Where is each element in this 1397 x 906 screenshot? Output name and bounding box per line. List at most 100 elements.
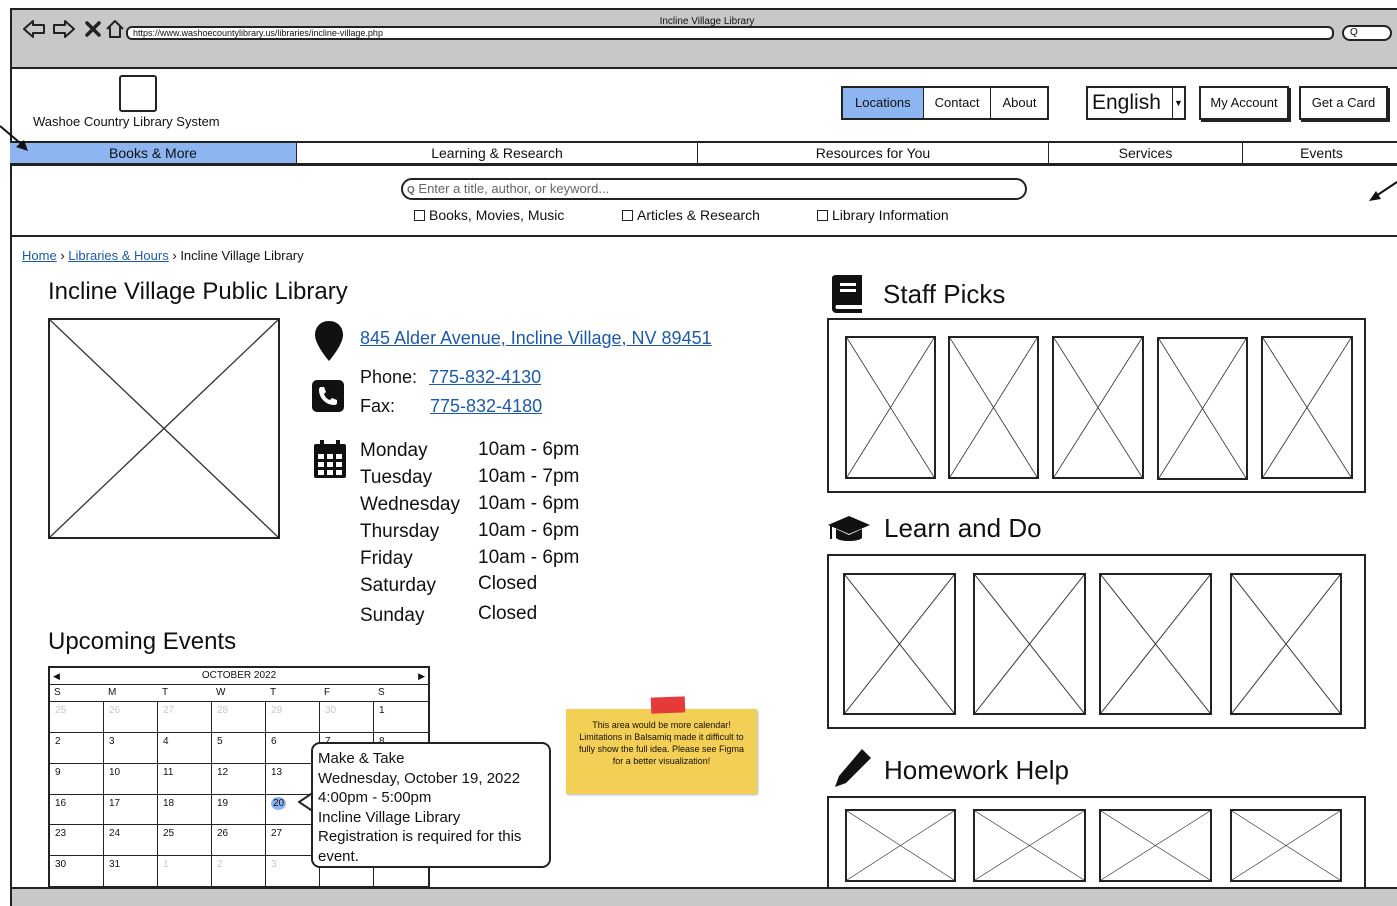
calendar-day[interactable]: 4 — [158, 732, 212, 764]
calendar-day-number: 17 — [109, 797, 121, 809]
calendar-day-number: 6 — [271, 735, 277, 747]
checkbox-box[interactable] — [414, 209, 425, 221]
learn-and-do-item[interactable] — [843, 573, 956, 715]
learn-and-do-item[interactable] — [1099, 573, 1212, 715]
language-select[interactable]: English ▼ — [1086, 86, 1186, 120]
calendar-day[interactable]: 3 — [104, 732, 158, 764]
main-nav-resources[interactable]: Resources for You — [697, 143, 1048, 163]
homework-help-item[interactable] — [973, 809, 1086, 882]
calendar-day[interactable]: 25 — [50, 702, 104, 733]
breadcrumb-libraries-link[interactable]: Libraries & Hours — [68, 248, 168, 263]
calendar-day[interactable]: 31 — [104, 856, 158, 887]
staff-pick-item[interactable] — [1052, 336, 1144, 479]
hours-time-saturday: Closed — [478, 573, 538, 594]
calendar-day-number: 27 — [163, 705, 175, 716]
forward-icon[interactable] — [52, 18, 76, 45]
pencil-icon — [835, 749, 871, 787]
calendar-prev-icon[interactable]: ◀ — [53, 668, 60, 684]
calendar-day-number: 16 — [55, 797, 67, 809]
get-card-button[interactable]: Get a Card — [1299, 86, 1388, 120]
home-icon[interactable] — [104, 18, 126, 45]
learn-and-do-item[interactable] — [1230, 573, 1342, 715]
calendar-day[interactable]: 26 — [104, 702, 158, 733]
checkbox-box[interactable] — [817, 209, 828, 221]
calendar-day[interactable]: 30 — [50, 856, 104, 887]
calendar-day[interactable]: 2 — [50, 732, 104, 764]
homework-help-item[interactable] — [845, 809, 956, 882]
address-link[interactable]: 845 Alder Avenue, Incline Village, NV 89… — [360, 328, 712, 349]
calendar-day[interactable]: 16 — [50, 794, 104, 826]
filter-articles-label: Articles & Research — [637, 207, 760, 223]
calendar-day[interactable]: 27 — [158, 702, 212, 733]
calendar-day-number: 27 — [271, 828, 283, 840]
calendar-day-number: 26 — [109, 705, 121, 716]
homework-help-item[interactable] — [1099, 809, 1212, 882]
calendar-day-number: 25 — [55, 705, 67, 716]
filter-articles-checkbox[interactable]: Articles & Research — [622, 207, 760, 223]
checkbox-box[interactable] — [622, 209, 633, 221]
top-nav-about[interactable]: About — [990, 88, 1048, 118]
hours-time-wednesday: 10am - 6pm — [478, 493, 580, 514]
breadcrumb-separator: › — [172, 248, 177, 263]
event-tooltip[interactable]: Make & Take Wednesday, October 19, 2022 … — [311, 742, 551, 868]
calendar-day[interactable]: 17 — [104, 794, 158, 826]
calendar-day-number: 3 — [109, 735, 115, 747]
staff-pick-item[interactable] — [1157, 337, 1248, 480]
top-nav: Locations Contact About — [841, 86, 1050, 120]
top-nav-locations[interactable]: Locations — [843, 88, 923, 118]
calendar-day[interactable]: 10 — [104, 763, 158, 795]
close-icon[interactable] — [84, 18, 102, 45]
calendar-day-number: 2 — [55, 735, 61, 747]
staff-pick-item[interactable] — [948, 336, 1039, 479]
phone-link[interactable]: 775-832-4130 — [429, 367, 541, 388]
calendar-day[interactable]: 1 — [158, 856, 212, 887]
calendar-day[interactable]: 23 — [50, 825, 104, 857]
hours-day-friday: Friday — [360, 548, 413, 569]
fax-label: Fax: — [360, 396, 396, 416]
top-nav-contact[interactable]: Contact — [922, 88, 991, 118]
site-name[interactable]: Washoe Country Library System — [33, 114, 220, 129]
calendar-day[interactable]: 24 — [104, 825, 158, 857]
page-title: Incline Village Public Library — [48, 278, 348, 305]
main-nav-books[interactable]: Books & More — [10, 143, 296, 163]
homework-help-item[interactable] — [1230, 809, 1342, 882]
staff-pick-item[interactable] — [1261, 336, 1353, 479]
calendar-day[interactable]: 9 — [50, 763, 104, 795]
calendar-day[interactable]: 19 — [212, 794, 266, 826]
hours-day-thursday: Thursday — [360, 521, 440, 542]
calendar-day[interactable]: 28 — [212, 702, 266, 733]
calendar-day[interactable]: 1 — [374, 702, 428, 733]
calendar-next-icon[interactable]: ▶ — [418, 668, 425, 684]
calendar-day[interactable]: 25 — [158, 825, 212, 857]
calendar-day[interactable]: 2 — [212, 856, 266, 887]
filter-library-info-checkbox[interactable]: Library Information — [817, 207, 949, 223]
search-icon: Q — [407, 185, 415, 196]
staff-pick-item[interactable] — [845, 336, 936, 479]
hours-day-tuesday: Tuesday — [360, 467, 433, 488]
main-nav-events[interactable]: Events — [1242, 143, 1397, 163]
calendar-day-number: 5 — [217, 735, 223, 747]
browser-search-field[interactable]: Q — [1342, 25, 1392, 41]
calendar-day[interactable]: 11 — [158, 763, 212, 795]
url-bar[interactable]: https://www.washoecountylibrary.us/libra… — [126, 26, 1334, 40]
calendar-day[interactable]: 18 — [158, 794, 212, 826]
calendar-day-number: 2 — [217, 859, 223, 871]
calendar-day[interactable]: 30 — [320, 702, 374, 733]
fax-link[interactable]: 775-832-4180 — [430, 396, 542, 417]
logo-placeholder[interactable] — [119, 75, 157, 112]
main-nav-learning[interactable]: Learning & Research — [296, 143, 697, 163]
breadcrumb-home-link[interactable]: Home — [22, 248, 57, 263]
calendar-day[interactable]: 12 — [212, 763, 266, 795]
calendar-day[interactable]: 5 — [212, 732, 266, 764]
search-input[interactable]: Q Enter a title, author, or keyword... — [401, 178, 1027, 200]
filter-books-checkbox[interactable]: Books, Movies, Music — [414, 207, 564, 223]
learn-and-do-item[interactable] — [973, 573, 1086, 715]
back-icon[interactable] — [22, 18, 46, 45]
main-nav-services[interactable]: Services — [1048, 143, 1242, 163]
calendar-day[interactable]: 26 — [212, 825, 266, 857]
calendar-day-number: 23 — [55, 828, 67, 840]
events-title: Upcoming Events — [48, 628, 237, 655]
calendar-day[interactable]: 29 — [266, 702, 320, 733]
my-account-button[interactable]: My Account — [1199, 86, 1289, 120]
search-placeholder: Enter a title, author, or keyword... — [418, 181, 610, 196]
